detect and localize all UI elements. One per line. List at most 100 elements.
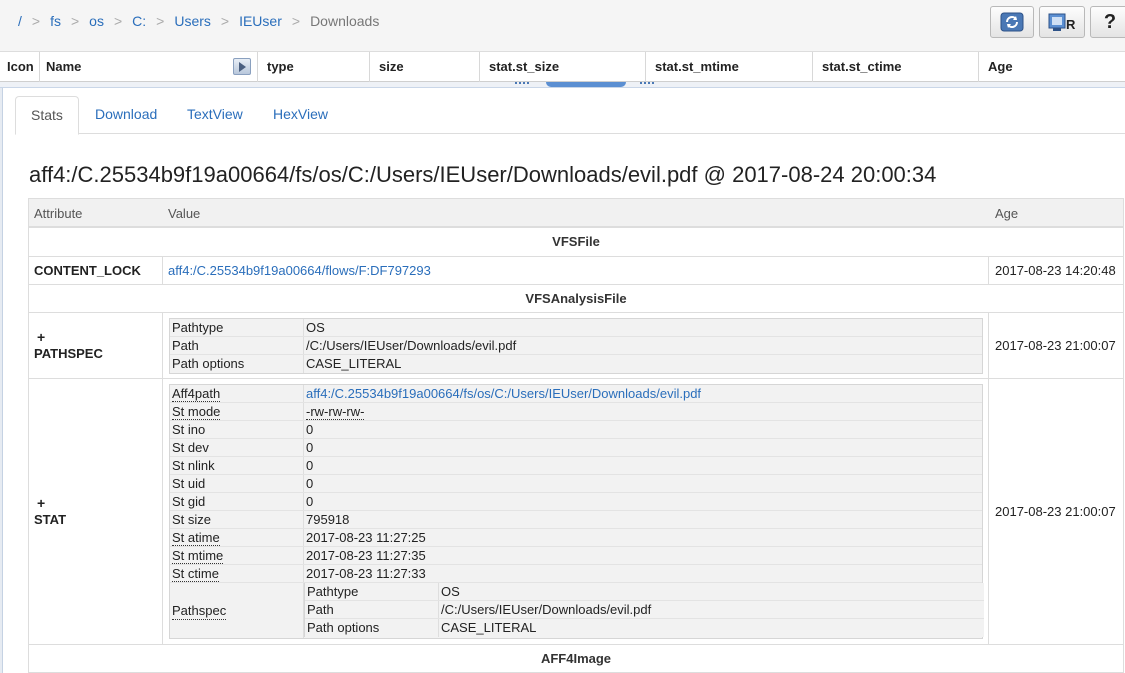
table-row-pathspec: + PATHSPEC Pathtype OS Path/C:/Users/IEUs… <box>29 312 1123 378</box>
detail-value: CASE_LITERAL <box>306 356 402 371</box>
detail-value: 2017-08-23 11:27:25 <box>306 530 426 545</box>
detail-value: /C:/Users/IEUser/Downloads/evil.pdf <box>441 602 652 617</box>
table-row: St ctime 2017-08-23 11:27:33 <box>170 565 982 583</box>
detail-value: /C:/Users/IEUser/Downloads/evil.pdf <box>306 338 517 353</box>
detail-key[interactable]: St mtime <box>172 548 224 564</box>
table-row: St mtime 2017-08-23 11:27:35 <box>170 547 982 565</box>
section-vfsanalysisfile: VFSAnalysisFile <box>29 284 1123 312</box>
detail-key: Path <box>170 337 304 354</box>
tab-textview[interactable]: TextView <box>172 96 258 134</box>
expand-pathspec-button[interactable]: + <box>37 329 45 345</box>
table-header: Attribute Value Age <box>29 199 1123 228</box>
table-row: St atime 2017-08-23 11:27:25 <box>170 529 982 547</box>
breadcrumb-separator: > <box>31 13 41 29</box>
tab-stats[interactable]: Stats <box>15 96 79 135</box>
svg-text:R: R <box>1066 17 1076 32</box>
splitter-grip-dots <box>640 82 654 86</box>
breadcrumb-users[interactable]: Users <box>174 13 211 29</box>
breadcrumb-fs[interactable]: fs <box>50 13 61 29</box>
sort-button[interactable] <box>233 58 251 75</box>
attribute-age: 2017-08-23 21:00:07 <box>995 338 1116 353</box>
detail-key: Path options <box>305 619 439 637</box>
breadcrumb-ieuser[interactable]: IEUser <box>239 13 282 29</box>
table-row-stat: + STAT Aff4path aff4:/C.25534b9f19a00664/… <box>29 378 1123 644</box>
breadcrumb-separator: > <box>156 13 165 29</box>
detail-value[interactable]: -rw-rw-rw- <box>306 404 365 420</box>
section-aff4image: AFF4Image <box>29 644 1123 672</box>
file-list-header: Icon Name type size stat.st_size stat.st… <box>0 52 1125 82</box>
detail-value: 0 <box>306 476 314 491</box>
breadcrumb-os[interactable]: os <box>89 13 104 29</box>
column-name[interactable]: Name <box>40 52 258 82</box>
detail-value: 0 <box>306 440 314 455</box>
splitter-grip-dots <box>515 82 529 86</box>
table-row: Path options CASE_LITERAL <box>170 355 982 373</box>
column-name-label: Name <box>46 59 82 74</box>
table-row: St ino 0 <box>170 421 982 439</box>
column-st-size[interactable]: stat.st_size <box>480 52 646 82</box>
breadcrumb-separator: > <box>220 13 230 29</box>
table-row: St size 795918 <box>170 511 982 529</box>
aff4path-link[interactable]: aff4:/C.25534b9f19a00664/fs/os/C:/Users/… <box>304 385 701 402</box>
detail-key: St size <box>170 511 304 528</box>
tab-hexview[interactable]: HexView <box>258 96 343 134</box>
column-age[interactable]: Age <box>979 52 1125 82</box>
detail-value: 2017-08-23 11:27:35 <box>306 548 426 563</box>
detail-value: CASE_LITERAL <box>441 620 537 635</box>
table-row: St nlink 0 <box>170 457 982 475</box>
breadcrumb-separator: > <box>291 13 301 29</box>
detail-key: St ino <box>170 421 304 438</box>
table-row: Aff4path aff4:/C.25534b9f19a00664/fs/os/C… <box>170 385 982 403</box>
stat-detail-table: Aff4path aff4:/C.25534b9f19a00664/fs/os/C… <box>169 384 984 639</box>
splitter-handle[interactable] <box>546 82 626 87</box>
rekall-button[interactable]: R <box>1039 6 1085 38</box>
attribute-age: 2017-08-23 14:20:48 <box>995 263 1116 278</box>
refresh-button[interactable] <box>990 6 1034 38</box>
section-vfsfile: VFSFile <box>552 234 600 249</box>
table-row-pathspec-nested: Pathspec Pathtype OS Path/C:/Users/IEUser… <box>170 583 984 638</box>
table-row: Path/C:/Users/IEUser/Downloads/evil.pdf <box>305 601 984 619</box>
detail-value: OS <box>306 320 325 335</box>
column-size[interactable]: size <box>370 52 480 82</box>
table-row: Pathtype OS <box>170 319 982 337</box>
detail-tabs: Stats Download TextView HexView <box>15 96 1125 135</box>
detail-key[interactable]: St ctime <box>172 566 219 582</box>
detail-key: Path <box>305 601 439 618</box>
header-value: Value <box>168 206 201 221</box>
tab-download[interactable]: Download <box>80 96 172 134</box>
column-st-ctime[interactable]: stat.st_ctime <box>813 52 979 82</box>
nested-pathspec-table: Pathtype OS Path/C:/Users/IEUser/Download… <box>304 583 984 637</box>
table-row-content-lock: CONTENT_LOCK aff4:/C.25534b9f19a00664/fl… <box>29 256 1123 284</box>
table-row: St mode -rw-rw-rw- <box>170 403 982 421</box>
detail-key: St uid <box>170 475 304 492</box>
rekall-icon: R <box>1048 13 1076 32</box>
expand-stat-button[interactable]: + <box>37 495 45 511</box>
column-st-mtime[interactable]: stat.st_mtime <box>646 52 813 82</box>
help-button[interactable]: ? <box>1090 6 1125 38</box>
detail-key[interactable]: St mode <box>172 404 221 420</box>
detail-key: Pathtype <box>170 319 304 336</box>
detail-key[interactable]: Aff4path <box>172 386 221 402</box>
column-type[interactable]: type <box>258 52 370 82</box>
play-icon <box>239 62 246 72</box>
left-pane-edge[interactable] <box>0 88 3 673</box>
detail-key[interactable]: St atime <box>172 530 220 546</box>
breadcrumb-separator: > <box>113 13 123 29</box>
detail-value: 2017-08-23 11:27:33 <box>306 566 426 581</box>
table-row: St dev 0 <box>170 439 982 457</box>
detail-key[interactable]: Pathspec <box>172 602 227 620</box>
pane-splitter[interactable] <box>0 82 1125 88</box>
column-icon[interactable]: Icon <box>0 52 40 82</box>
breadcrumb-c-drive[interactable]: C: <box>132 13 146 29</box>
breadcrumb-separator: > <box>70 13 80 29</box>
table-row: Pathtype OS <box>305 583 984 601</box>
detail-key: St nlink <box>170 457 304 474</box>
table-row: Path options CASE_LITERAL <box>305 619 984 637</box>
pathspec-detail-table: Pathtype OS Path/C:/Users/IEUser/Download… <box>169 318 983 374</box>
breadcrumb-root[interactable]: / <box>18 13 22 29</box>
attribute-name: STAT <box>34 512 67 527</box>
content-lock-link[interactable]: aff4:/C.25534b9f19a00664/flows/F:DF79729… <box>168 263 431 278</box>
table-row: St gid 0 <box>170 493 982 511</box>
detail-value: 0 <box>306 422 314 437</box>
header-age: Age <box>995 206 1019 221</box>
